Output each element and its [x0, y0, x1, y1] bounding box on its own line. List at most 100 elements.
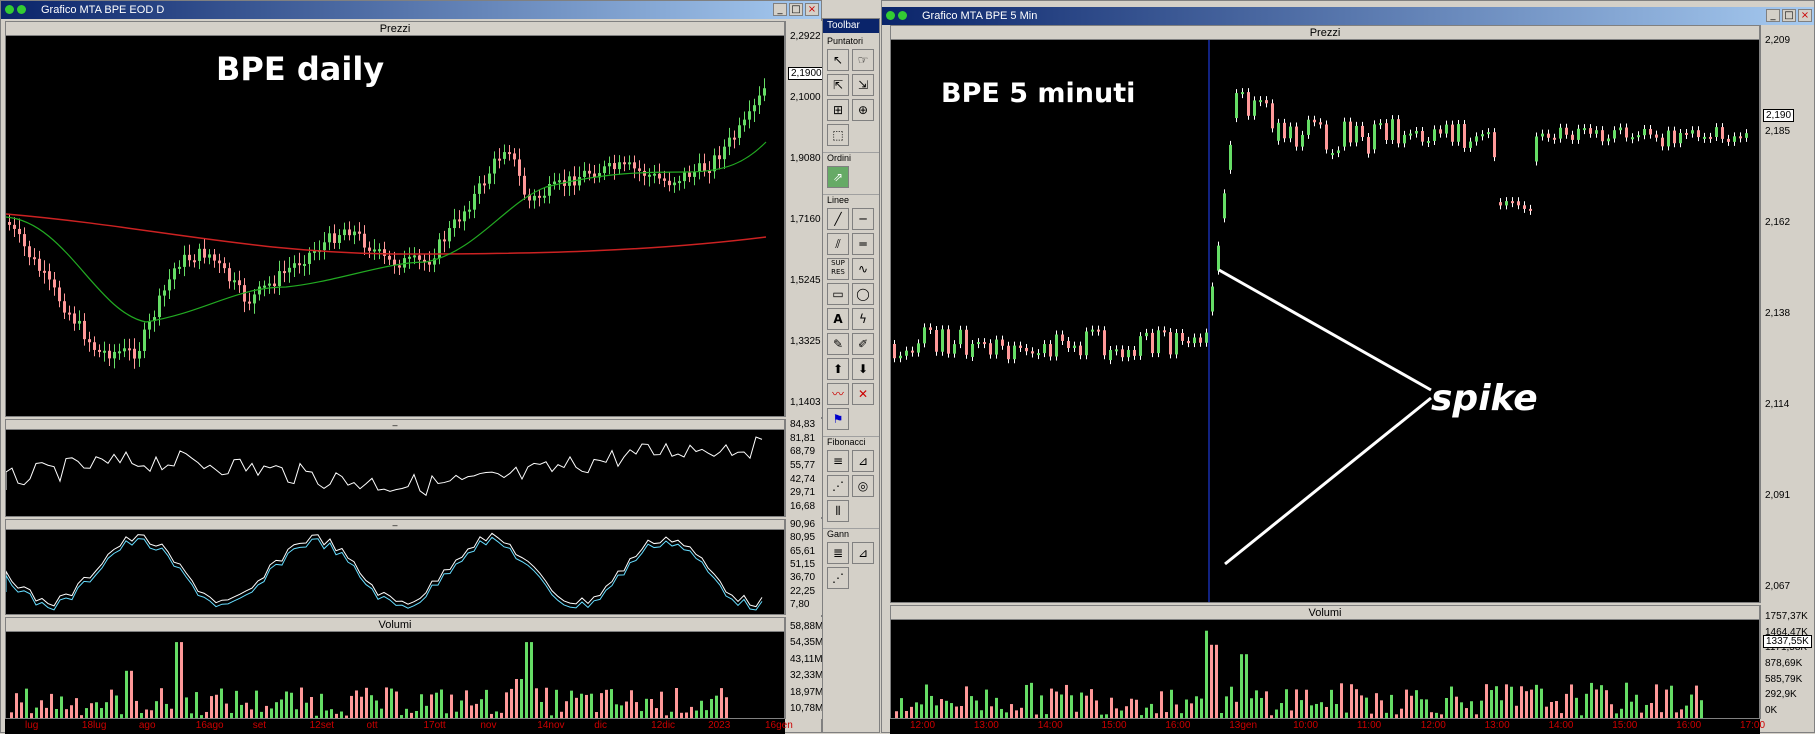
wave-icon[interactable]: 〰	[827, 383, 849, 405]
pointer-cross-icon[interactable]: ⇱	[827, 74, 849, 96]
candle	[48, 271, 51, 280]
gann-grid-icon[interactable]: ⋰	[827, 567, 849, 589]
candle	[1505, 201, 1508, 206]
flag-icon[interactable]: ⚑	[827, 408, 849, 430]
candle	[23, 234, 26, 247]
volume-bar	[945, 700, 948, 718]
candle	[1133, 349, 1136, 356]
candle	[223, 263, 226, 269]
arrow-down-icon[interactable]: ⬇	[852, 358, 874, 380]
volume-bar	[605, 689, 608, 718]
candle	[143, 329, 146, 351]
volume-bar	[570, 690, 573, 718]
drawing-toolbar[interactable]: Toolbar Puntatori ↖ ☞ ⇱ ⇲ ⊞ ⊕ ⬚ Ordini ⇗…	[822, 18, 880, 733]
gann-fan-icon[interactable]: ⊿	[852, 542, 874, 564]
volume-bar	[60, 696, 63, 718]
candle	[1187, 340, 1190, 344]
crossed-lines-icon[interactable]: ϟ	[852, 308, 874, 330]
horizontal-line-icon[interactable]: ─	[852, 208, 874, 230]
volume-bar	[1145, 707, 1148, 718]
pencil-alt-icon[interactable]: ✐	[852, 333, 874, 355]
volume-bar	[565, 701, 568, 718]
volume-bar	[710, 698, 713, 718]
delete-lines-icon[interactable]: ✕	[852, 383, 874, 405]
volume-bar	[1670, 685, 1673, 718]
volume-bar	[385, 687, 388, 718]
candle	[1313, 119, 1316, 123]
rectangle-icon[interactable]: ▭	[827, 283, 849, 305]
candle	[443, 239, 446, 242]
left-window-titlebar[interactable]: Grafico MTA BPE EOD D _ □ ×	[1, 1, 821, 19]
channel-icon[interactable]: ═	[852, 233, 874, 255]
candle	[373, 249, 376, 252]
volume-bar	[1390, 694, 1393, 718]
volume-bar	[1320, 702, 1323, 718]
candle	[1163, 330, 1166, 333]
candle	[263, 285, 266, 288]
polyline-icon[interactable]: ∿	[852, 258, 874, 280]
minimize-button[interactable]: _	[773, 3, 787, 16]
maximize-button[interactable]: □	[789, 3, 803, 16]
candle	[483, 183, 486, 186]
candle	[193, 260, 196, 263]
volume-bar	[1585, 693, 1588, 718]
close-button[interactable]: ×	[1798, 9, 1812, 22]
stochastic-panel[interactable]: –	[5, 519, 785, 615]
candle	[1547, 133, 1550, 138]
oscillator-panel[interactable]: –	[5, 419, 785, 517]
pencil-icon[interactable]: ✎	[827, 333, 849, 355]
maximize-button[interactable]: □	[1782, 9, 1796, 22]
volume-bar	[580, 693, 583, 718]
right-chart-window[interactable]: Grafico MTA BPE 5 Min _ □ × Prezzi BPE 5 m…	[881, 0, 1815, 734]
intraday-volume-panel[interactable]: Volumi	[890, 605, 1760, 719]
volume-bar	[1025, 684, 1028, 718]
parallel-lines-icon[interactable]: ⫽	[827, 233, 849, 255]
gann-lines-icon[interactable]: ≣	[827, 542, 849, 564]
pointer-icon[interactable]: ↖	[827, 49, 849, 71]
close-button[interactable]: ×	[805, 3, 819, 16]
y-tick-label: 2,185	[1765, 126, 1791, 137]
volume-bar	[1005, 712, 1008, 718]
candle	[1037, 353, 1040, 356]
pointer-select-icon[interactable]: ⇲	[852, 74, 874, 96]
candle	[738, 125, 741, 138]
volume-bar	[460, 700, 463, 718]
y-tick-label: 22,25	[790, 585, 816, 597]
volume-bar	[1010, 704, 1013, 718]
volume-bar	[1050, 688, 1053, 718]
trendline-icon[interactable]: ╱	[827, 208, 849, 230]
x-tick-label: 14:00	[1037, 720, 1063, 731]
fibo-retracement-icon[interactable]: ≡	[827, 450, 849, 472]
right-window-titlebar[interactable]: Grafico MTA BPE 5 Min _ □ ×	[882, 7, 1814, 25]
candle	[698, 163, 701, 172]
daily-price-panel[interactable]: Prezzi BPE daily	[5, 21, 785, 417]
selection-rect-icon[interactable]: ⬚	[827, 124, 849, 146]
volume-bar	[155, 701, 158, 718]
volume-bar	[655, 708, 658, 718]
volume-bar	[895, 711, 898, 718]
pointer-zoom-icon[interactable]: ⊞	[827, 99, 849, 121]
pointer-info-icon[interactable]: ☞	[852, 49, 874, 71]
fibo-fan-icon[interactable]: ⊿	[852, 450, 874, 472]
arrow-up-icon[interactable]: ⬆	[827, 358, 849, 380]
volume-bar	[1235, 701, 1238, 718]
fibo-arc-icon[interactable]: ⋰	[827, 475, 849, 497]
text-icon[interactable]: A	[827, 308, 849, 330]
minimize-button[interactable]: _	[1766, 9, 1780, 22]
candle	[1511, 201, 1514, 204]
candle	[1613, 130, 1616, 139]
intraday-price-panel[interactable]: Prezzi BPE 5 minuti spike	[890, 25, 1760, 603]
fibo-circles-icon[interactable]: ◎	[852, 475, 874, 497]
volume-bar	[510, 688, 513, 718]
fibo-time-icon[interactable]: ⦀	[827, 500, 849, 522]
zoom-icon[interactable]: ⊕	[852, 99, 874, 121]
candle	[388, 255, 391, 260]
order-icon[interactable]: ⇗	[827, 166, 849, 188]
y-tick-label: 2,2922	[790, 31, 821, 42]
support-resistance-icon[interactable]: SUP RES	[827, 258, 849, 280]
left-chart-window[interactable]: Grafico MTA BPE EOD D _ □ × Prezzi BPE dai…	[0, 0, 825, 734]
candle	[78, 320, 81, 324]
candle	[1151, 332, 1154, 354]
ellipse-icon[interactable]: ◯	[852, 283, 874, 305]
daily-volume-panel[interactable]: Volumi	[5, 617, 785, 719]
